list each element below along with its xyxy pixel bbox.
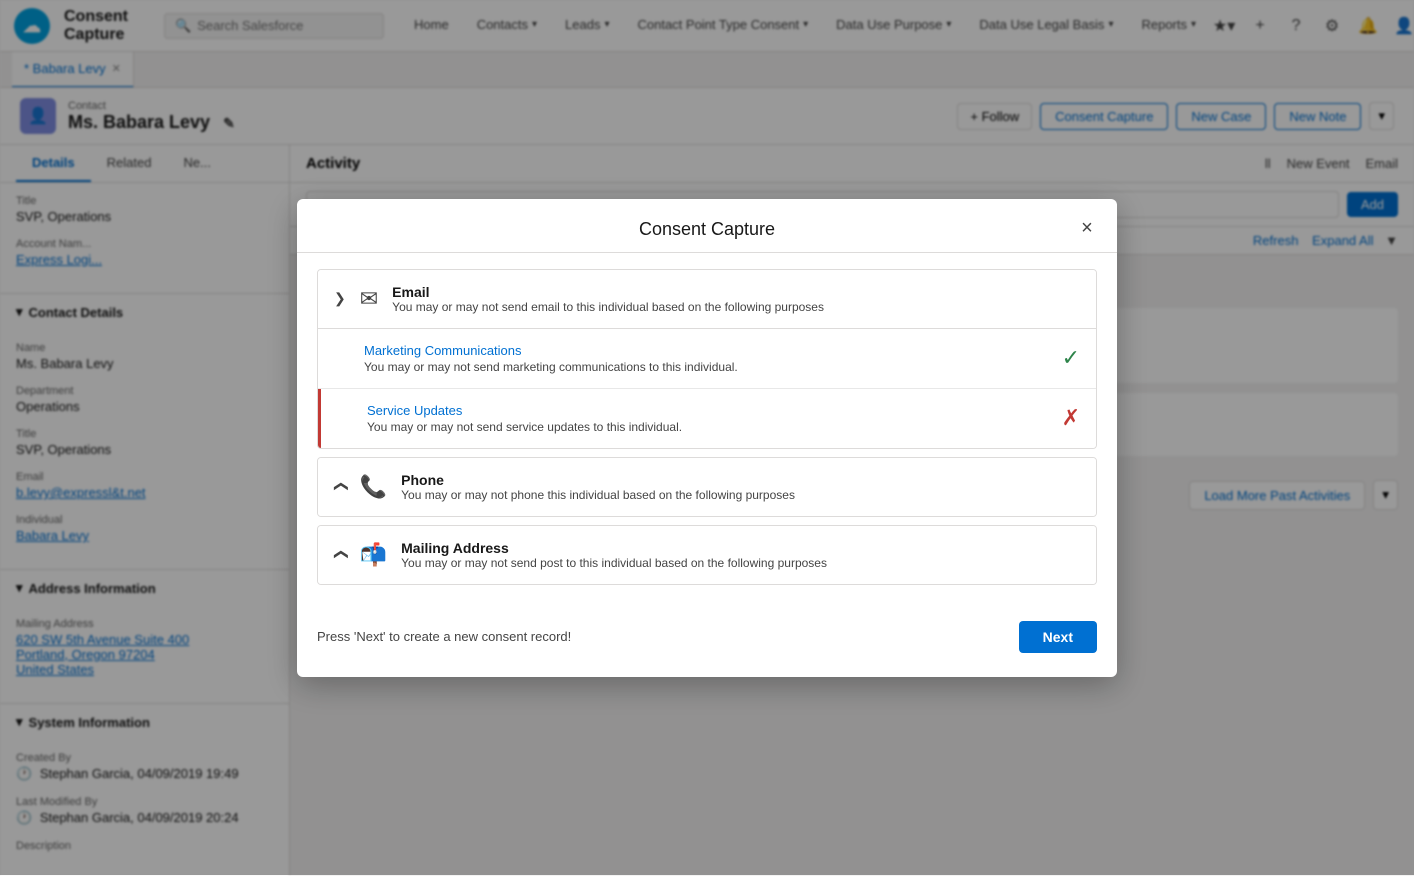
consent-section-email: ❯ ✉ Email You may or may not send email … xyxy=(317,269,1097,449)
consent-capture-modal: Consent Capture × ❯ ✉ Email You may or m… xyxy=(297,199,1117,677)
phone-chevron-icon: ❯ xyxy=(331,481,348,493)
modal-footer: Press 'Next' to create a new consent rec… xyxy=(297,609,1117,657)
modal-title: Consent Capture xyxy=(639,219,775,240)
modal-close-button[interactable]: × xyxy=(1073,215,1101,243)
mailing-section-info: Mailing Address You may or may not send … xyxy=(401,540,827,570)
mailing-chevron-icon: ❯ xyxy=(331,549,348,561)
email-consent-items: Marketing Communications You may or may … xyxy=(318,328,1096,448)
consent-section-mailing: ❯ 📬 Mailing Address You may or may not s… xyxy=(317,525,1097,585)
modal-overlay: Consent Capture × ❯ ✉ Email You may or m… xyxy=(0,0,1414,875)
email-chevron-icon: ❯ xyxy=(334,290,346,307)
service-updates-info: Service Updates You may or may not send … xyxy=(367,403,1062,434)
email-section-info: Email You may or may not send email to t… xyxy=(392,284,824,314)
modal-footer-actions: Next xyxy=(1019,621,1097,653)
phone-section-header[interactable]: ❯ 📞 Phone You may or may not phone this … xyxy=(318,458,1096,516)
mailing-icon: 📬 xyxy=(360,542,387,568)
mailing-section-header[interactable]: ❯ 📬 Mailing Address You may or may not s… xyxy=(318,526,1096,584)
marketing-communications-item: Marketing Communications You may or may … xyxy=(318,329,1096,389)
modal-header: Consent Capture × xyxy=(297,199,1117,253)
next-button[interactable]: Next xyxy=(1019,621,1097,653)
phone-section-info: Phone You may or may not phone this indi… xyxy=(401,472,795,502)
modal-hint-text: Press 'Next' to create a new consent rec… xyxy=(317,629,571,644)
service-updates-item: Service Updates You may or may not send … xyxy=(318,389,1096,448)
denied-x-icon: ✗ xyxy=(1062,405,1080,431)
marketing-comm-info: Marketing Communications You may or may … xyxy=(364,343,1062,374)
granted-checkmark-icon: ✓ xyxy=(1062,345,1080,371)
phone-icon: 📞 xyxy=(360,474,387,500)
email-icon: ✉ xyxy=(360,286,378,312)
consent-section-phone: ❯ 📞 Phone You may or may not phone this … xyxy=(317,457,1097,517)
email-section-header[interactable]: ❯ ✉ Email You may or may not send email … xyxy=(318,270,1096,328)
modal-body: ❯ ✉ Email You may or may not send email … xyxy=(297,253,1117,609)
